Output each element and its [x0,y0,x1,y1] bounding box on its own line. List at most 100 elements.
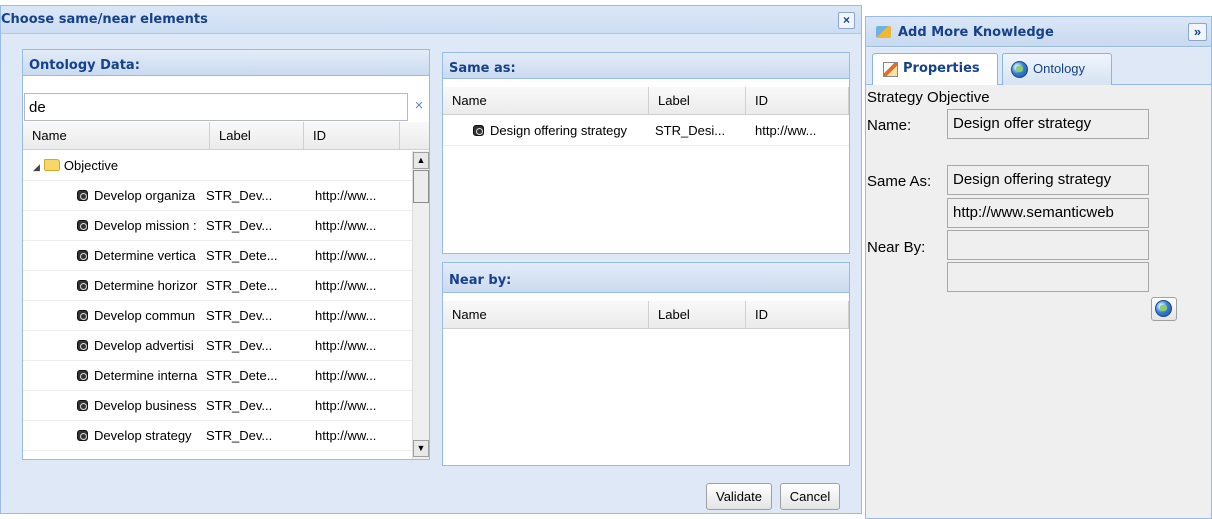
same-as-uri-field[interactable]: http://www.semanticweb [947,198,1149,228]
tree-row-name: Determine vertica [94,248,196,263]
tree-row-name: Develop advertisi [94,338,194,353]
tree-row-label: STR_Dete... [206,368,278,383]
column-name[interactable]: Name [443,301,649,329]
scroll-thumb[interactable] [413,170,429,203]
ontology-node-icon [77,250,88,261]
tree-row[interactable]: Develop organiza STR_Dev... http://ww... [23,181,412,211]
add-more-knowledge-panel: Add More Knowledge » Properties Ontology… [865,16,1212,519]
same-as-row-label: STR_Desi... [655,123,726,138]
scroll-up-icon[interactable]: ▲ [413,152,429,169]
ontology-node-icon [77,190,88,201]
tree-row[interactable]: Develop commun STR_Dev... http://ww... [23,301,412,331]
column-label[interactable]: Label [210,122,304,150]
dialog-title: Choose same/near elements [1,12,208,27]
ontology-data-title: Ontology Data: [29,58,140,73]
same-as-list: Design offering strategy STR_Desi... htt… [443,116,849,146]
search-clear-icon[interactable]: × [409,93,429,121]
tree-row[interactable]: Develop business STR_Dev... http://ww... [23,391,412,421]
ontology-data-header: Ontology Data: [23,50,429,76]
column-label[interactable]: Label [649,301,746,329]
tree-group-label: Objective [63,158,119,173]
tab-properties[interactable]: Properties [872,53,998,85]
folder-icon [43,159,60,171]
collapse-triangle-icon[interactable]: ◢ [33,152,40,182]
same-as-title: Same as: [449,61,516,76]
tree-row-label: STR_Dev... [206,308,273,323]
near-by-title: Near by: [449,273,512,288]
near-by-field-2[interactable] [947,262,1149,292]
ontology-node-icon [77,280,88,291]
cancel-button[interactable]: Cancel [780,483,840,510]
tree-row[interactable]: Determine interna STR_Dete... http://ww... [23,361,412,391]
properties-pencil-icon [883,62,898,77]
tree-row-id: http://ww... [315,248,377,263]
choose-elements-dialog: Choose same/near elements × Ontology Dat… [0,5,862,514]
tree-row[interactable]: Determine vertica STR_Dete... http://ww... [23,241,412,271]
column-label[interactable]: Label [649,87,746,115]
name-field[interactable]: Design offer strategy [947,109,1149,139]
same-as-panel: Same as: Name Label ID Design offering s… [442,52,850,254]
tab-properties-label: Properties [903,61,980,76]
tree-row-label: STR_Dev... [206,398,273,413]
ontology-node-icon [77,310,88,321]
tree-row-id: http://ww... [315,188,377,203]
ontology-node-icon [77,400,88,411]
column-id[interactable]: ID [746,301,849,329]
ontology-column-header: Name Label ID [23,122,429,150]
tree-row-label: STR_Dev... [206,338,273,353]
tree-row-id: http://ww... [315,338,377,353]
ontology-scrollbar[interactable]: ▲ ▼ [412,151,429,459]
near-by-header: Near by: [443,263,849,293]
collapse-panel-button[interactable]: » [1188,23,1207,41]
column-name[interactable]: Name [443,87,649,115]
dialog-header[interactable]: Choose same/near elements × [1,6,861,34]
tab-ontology[interactable]: Ontology [1002,53,1112,85]
globe-icon [1011,61,1028,78]
near-by-field-1[interactable] [947,230,1149,260]
ontology-node-icon [77,340,88,351]
same-as-row[interactable]: Design offering strategy STR_Desi... htt… [443,116,849,146]
ontology-lookup-button[interactable] [1151,297,1177,321]
column-name[interactable]: Name [23,122,210,150]
tree-row-name: Determine horizor [94,278,198,293]
same-as-column-header: Name Label ID [443,87,849,115]
tree-row-name: Develop business [94,398,197,413]
tree-row-name: Develop organiza [94,188,196,203]
tab-ontology-label: Ontology [1033,61,1086,76]
near-by-panel: Near by: Name Label ID [442,262,850,466]
ontology-tree: ◢ Objective Develop organiza STR_Dev... htt… [23,151,412,459]
tree-row[interactable]: Develop strategy STR_Dev... http://ww... [23,421,412,451]
dialog-close-button[interactable]: × [838,12,855,29]
tree-row-id: http://ww... [315,428,377,443]
tree-row-name: Develop mission : [94,218,197,233]
scroll-down-icon[interactable]: ▼ [413,440,429,457]
tree-row[interactable]: Determine horizor STR_Dete... http://ww... [23,271,412,301]
tree-row-id: http://ww... [315,218,377,233]
tree-row-label: STR_Dev... [206,218,273,233]
ontology-node-icon [77,370,88,381]
element-type-label: Strategy Objective [867,89,990,106]
column-id[interactable]: ID [746,87,849,115]
ontology-node-icon [77,220,88,231]
tree-row-id: http://ww... [315,398,377,413]
tree-row-name: Develop commun [94,308,196,323]
tree-row[interactable]: Develop mission : STR_Dev... http://ww... [23,211,412,241]
tree-row[interactable]: Develop advertisi STR_Dev... http://ww... [23,331,412,361]
same-as-row-name: Design offering strategy [490,123,628,138]
tree-row-label: STR_Dev... [206,188,273,203]
ontology-data-panel: Ontology Data: × Name Label ID ◢ Objectiv… [22,49,430,460]
tree-row-id: http://ww... [315,308,377,323]
validate-button[interactable]: Validate [706,483,772,510]
tree-row-label: STR_Dev... [206,428,273,443]
near-by-label: Near By: [867,239,926,256]
tree-group-row[interactable]: ◢ Objective [23,151,412,181]
ontology-node-icon [473,125,484,136]
ontology-search-input[interactable] [24,93,408,121]
tree-row-id: http://ww... [315,278,377,293]
tree-row-label: STR_Dete... [206,278,278,293]
same-as-label: Same As: [867,173,932,190]
right-panel-header: Add More Knowledge » [866,17,1211,47]
name-label: Name: [867,117,912,134]
same-as-field[interactable]: Design offering strategy [947,165,1149,195]
column-id[interactable]: ID [304,122,400,150]
